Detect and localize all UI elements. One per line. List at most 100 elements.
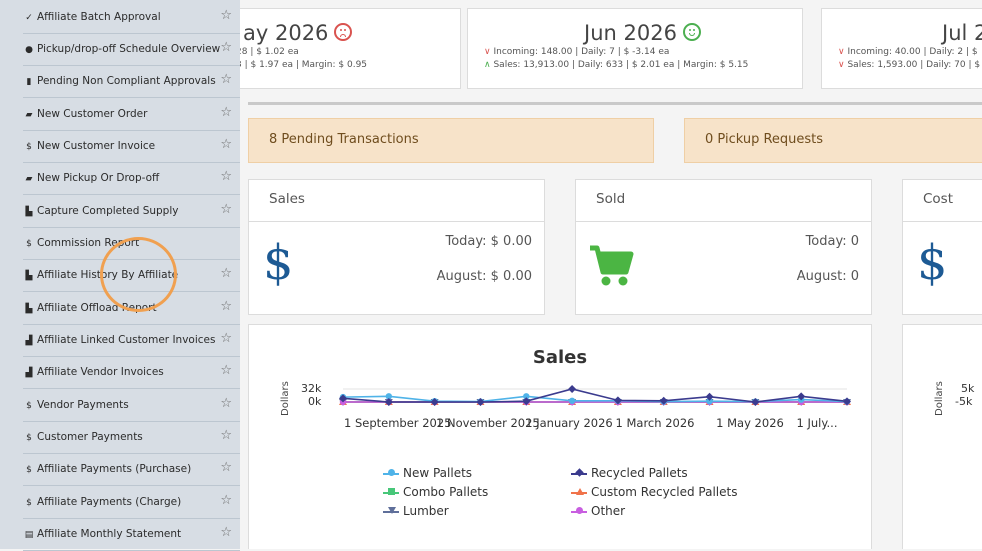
legend-marker — [576, 507, 583, 514]
favorite-star-icon[interactable]: ☆ — [220, 429, 232, 442]
card-title: Sales — [269, 191, 305, 207]
sidebar-item[interactable]: ▰ New Pickup Or Drop-off ☆ — [23, 163, 240, 195]
month-card-jun: Jun 2026 ∨ Incoming: 148.00 | Daily: 7 |… — [467, 8, 803, 89]
favorite-star-icon[interactable]: ☆ — [220, 397, 232, 410]
month-incoming: 28 | $ 1.02 ea — [240, 47, 299, 57]
sidebar-item-label: New Pickup Or Drop-off — [37, 172, 160, 184]
favorite-star-icon[interactable]: ☆ — [220, 267, 232, 280]
month-title: Jul 2 — [942, 21, 982, 45]
pending-transactions-banner[interactable]: 8 Pending Transactions — [248, 118, 654, 163]
clipboard-icon: ▮ — [26, 77, 32, 87]
capture-icon: ▙ — [25, 207, 33, 217]
data-point[interactable] — [568, 397, 576, 404]
month-sales: Sales: 1,593.00 | Daily: 70 | $ — [847, 60, 981, 70]
sidebar-item[interactable]: $ New Customer Invoice ☆ — [23, 131, 240, 163]
y-tick: -5k — [955, 395, 973, 408]
data-point[interactable] — [568, 385, 577, 393]
sidebar-item-label: Affiliate Vendor Invoices — [37, 366, 164, 378]
sidebar-item[interactable]: ▙ Capture Completed Supply ☆ — [23, 196, 240, 228]
dollar-icon: $ — [917, 235, 948, 291]
favorite-star-icon[interactable]: ☆ — [220, 494, 232, 507]
legend-marker — [388, 488, 395, 495]
legend-item[interactable]: Custom Recycled Pallets — [571, 485, 738, 499]
arrow-down-icon: ∨ — [838, 47, 845, 57]
sidebar-item[interactable]: $ Affiliate Payments (Charge) ☆ — [23, 487, 240, 519]
legend-item[interactable]: Recycled Pallets — [571, 466, 688, 480]
favorite-star-icon[interactable]: ☆ — [220, 461, 232, 474]
favorite-star-icon[interactable]: ☆ — [220, 364, 232, 377]
list-icon: ▤ — [24, 530, 34, 540]
sidebar-item[interactable]: ✓ Affiliate Batch Approval ☆ — [23, 2, 240, 34]
sidebar-item[interactable]: $ Affiliate Payments (Purchase) ☆ — [23, 454, 240, 486]
month-sales: Sales: 13,913.00 | Daily: 633 | $ 2.01 e… — [493, 60, 749, 70]
x-tick: 1 September 2025 — [344, 416, 452, 430]
shopping-cart-icon — [590, 245, 634, 286]
click-highlight-circle — [100, 237, 177, 312]
cost-chart-card: Dollars 5k -5k — [902, 324, 982, 549]
x-tick: 1 May 2026 — [716, 416, 784, 430]
sidebar-item[interactable]: $ Vendor Payments ☆ — [23, 390, 240, 422]
sales-chart-card: Sales Dollars 32k 0k 1 September 2025 1 … — [248, 324, 872, 549]
favorite-star-icon[interactable]: ☆ — [220, 300, 232, 313]
legend-item[interactable]: New Pallets — [383, 466, 473, 480]
favorite-star-icon[interactable]: ☆ — [220, 73, 232, 86]
favorite-star-icon[interactable]: ☆ — [220, 526, 232, 539]
sidebar-item[interactable]: ▤ Affiliate Monthly Statement ☆ — [23, 519, 240, 551]
sidebar-item[interactable]: ▟ Affiliate Linked Customer Invoices ☆ — [23, 325, 240, 357]
sidebar-item[interactable]: $ Customer Payments ☆ — [23, 422, 240, 454]
favorite-star-icon[interactable]: ☆ — [220, 41, 232, 54]
favorite-star-icon[interactable]: ☆ — [220, 106, 232, 119]
truck-icon: ▰ — [25, 110, 33, 120]
legend-label: Custom Recycled Pallets — [591, 485, 738, 499]
sidebar-item-label: New Customer Order — [37, 108, 148, 120]
card-title: Sold — [596, 191, 626, 207]
favorite-star-icon[interactable]: ☆ — [220, 138, 232, 151]
card-title: Cost — [923, 191, 954, 207]
sidebar-item[interactable]: ▟ Affiliate Vendor Invoices ☆ — [23, 357, 240, 389]
favorite-star-icon[interactable]: ☆ — [220, 203, 232, 216]
sidebar-item-label: New Customer Invoice — [37, 140, 156, 152]
month-incoming: Incoming: 40.00 | Daily: 2 | $ — [847, 47, 978, 57]
main-content: ay 2026 28 | $ 1.02 ea 3 | $ 1.97 ea | M… — [240, 0, 982, 549]
legend-marker — [575, 468, 584, 477]
legend-item[interactable]: Other — [571, 504, 625, 518]
sidebar-item-label: Pickup/drop-off Schedule Overview — [37, 43, 221, 55]
legend-label: New Pallets — [403, 466, 473, 480]
favorite-star-icon[interactable]: ☆ — [220, 9, 232, 22]
month-title: ay 2026 — [243, 21, 329, 45]
sidebar-item-label: Affiliate Monthly Statement — [37, 528, 182, 540]
pickup-requests-banner[interactable]: 0 Pickup Requests — [684, 118, 982, 163]
arrow-down-icon: ∨ — [838, 60, 845, 70]
legend-item[interactable]: Lumber — [383, 504, 449, 518]
dollar-icon: $ — [26, 239, 32, 249]
favorite-star-icon[interactable]: ☆ — [220, 170, 232, 183]
favorite-star-icon[interactable]: ☆ — [220, 332, 232, 345]
x-tick: 1 July... — [796, 416, 838, 430]
legend-marker — [388, 507, 396, 514]
cost-card: Cost $ — [902, 179, 982, 315]
arrow-up-icon: ∧ — [484, 60, 491, 70]
legend-marker — [576, 488, 584, 495]
sidebar-item[interactable]: ▮ Pending Non Compliant Approvals ☆ — [23, 66, 240, 98]
check-icon: ✓ — [25, 13, 33, 23]
arrow-down-icon: ∨ — [484, 47, 491, 57]
pickup-requests-label: 0 Pickup Requests — [705, 132, 824, 147]
dollar-icon: $ — [263, 235, 294, 291]
sales-line-chart[interactable] — [249, 325, 873, 425]
legend-item[interactable]: Combo Pallets — [383, 485, 488, 499]
x-tick: 1 March 2026 — [615, 416, 695, 430]
sad-face-icon — [334, 23, 353, 41]
month-incoming: Incoming: 148.00 | Daily: 7 | $ -3.14 ea — [493, 47, 670, 57]
dollar-icon: $ — [26, 433, 32, 443]
dollar-icon: $ — [26, 498, 32, 508]
truck-icon: ▰ — [25, 174, 33, 184]
sold-card: Sold Today: 0 August: 0 — [575, 179, 872, 315]
sidebar-item[interactable]: ● Pickup/drop-off Schedule Overview ☆ — [23, 34, 240, 66]
sidebar-item-label: Customer Payments — [37, 431, 143, 443]
dollar-icon: $ — [26, 401, 32, 411]
month-title: Jun 2026 — [584, 21, 677, 45]
sidebar-item-label: Affiliate Payments (Charge) — [37, 496, 182, 508]
sidebar-item[interactable]: ▰ New Customer Order ☆ — [23, 99, 240, 131]
month-card-may: ay 2026 28 | $ 1.02 ea 3 | $ 1.97 ea | M… — [240, 8, 461, 89]
sold-month: August: 0 — [796, 269, 859, 284]
